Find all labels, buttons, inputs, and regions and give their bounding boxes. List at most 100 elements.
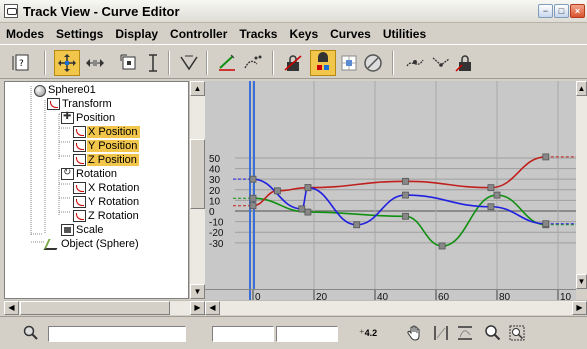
scroll-thumb[interactable] [190, 139, 205, 209]
toolbar-separator [206, 51, 208, 75]
key-filter-button[interactable] [20, 322, 42, 344]
transform-icon [47, 98, 60, 110]
frame-horizontal-button[interactable] [430, 322, 452, 344]
scroll-up-arrow-icon[interactable]: ▲ [576, 81, 587, 96]
scroll-down-arrow-icon[interactable]: ▼ [576, 274, 587, 289]
scale-values-icon [149, 54, 157, 72]
tree-item-z-position[interactable]: Z Position [73, 153, 139, 167]
reduce-keys-icon [244, 55, 262, 69]
scale-icon [61, 224, 74, 236]
menu-controller[interactable]: Controller [164, 27, 233, 41]
time-ruler[interactable]: 0 20 40 60 80 10 [205, 289, 576, 303]
curve-graph-canvas[interactable]: 50403020100-10-20-30 [205, 81, 576, 289]
scroll-right-arrow-icon[interactable]: ▶ [190, 301, 205, 315]
value-field[interactable] [276, 326, 338, 342]
frame-field[interactable] [212, 326, 274, 342]
toolbar-separator [168, 51, 170, 75]
pan-button[interactable] [404, 322, 426, 344]
name-field[interactable] [48, 326, 186, 342]
tree-item-object-sphere[interactable]: Object (Sphere) [45, 237, 141, 251]
menu-tracks[interactable]: Tracks [233, 27, 283, 41]
scroll-thumb[interactable] [20, 301, 170, 315]
key-point [438, 242, 446, 250]
frame-values-button[interactable] [454, 322, 476, 344]
graph-horizontal-scrollbar[interactable]: ◀ ▶ [205, 300, 587, 315]
tree-item-z-rotation[interactable]: Z Rotation [73, 209, 141, 223]
lock-selection-button[interactable] [452, 50, 478, 76]
curve-icon [73, 210, 86, 222]
y-tick-label: 40 [209, 165, 221, 176]
key-point [298, 205, 306, 213]
ignore-animation-range-button[interactable] [360, 50, 386, 76]
y-tick-label: 30 [209, 175, 221, 186]
menu-utilities[interactable]: Utilities [377, 27, 432, 41]
show-keyable-button[interactable] [310, 50, 336, 76]
y-tick-label: 10 [209, 196, 221, 207]
tree-item-scale[interactable]: Scale [61, 223, 106, 237]
tangent-auto-button[interactable] [402, 50, 428, 76]
position-icon [61, 111, 74, 124]
show-selected-button[interactable] [336, 50, 362, 76]
tree-item-position[interactable]: Position [61, 111, 117, 125]
tree-item-x-rotation[interactable]: X Rotation [73, 181, 141, 195]
menu-modes[interactable]: Modes [0, 27, 50, 41]
lock-tangents-button[interactable] [280, 50, 306, 76]
menu-display[interactable]: Display [109, 27, 164, 41]
status-bar: ⁺ 4.2 [0, 316, 587, 349]
scroll-up-arrow-icon[interactable]: ▲ [190, 81, 205, 96]
key-point [493, 191, 501, 199]
tree-item-sphere01[interactable]: Sphere01 [33, 83, 98, 97]
tree-item-y-rotation[interactable]: Y Rotation [73, 195, 141, 209]
menu-curves[interactable]: Curves [324, 27, 377, 41]
scroll-down-arrow-icon[interactable]: ▼ [190, 284, 205, 299]
slide-keys-button[interactable] [82, 50, 108, 76]
filters-icon: ? [12, 54, 29, 71]
key-point [402, 212, 409, 220]
z-position-curve [252, 194, 546, 247]
tangent-linear-button[interactable] [428, 50, 454, 76]
tree-vertical-scrollbar[interactable]: ▲ ▼ [189, 81, 205, 299]
maximize-button[interactable]: □ [554, 4, 569, 18]
y-tick-label: 50 [209, 154, 221, 165]
scale-keys-button[interactable] [116, 50, 142, 76]
key-point [249, 194, 257, 202]
move-keys-button[interactable] [54, 50, 80, 76]
tree-horizontal-scrollbar[interactable]: ◀ ▶ [4, 300, 205, 315]
minimize-button[interactable]: − [538, 4, 553, 18]
draw-curves-button[interactable] [214, 50, 240, 76]
reduce-keys-button[interactable] [240, 50, 266, 76]
y-tick-label: -30 [209, 239, 224, 250]
magnify-key-icon [23, 325, 38, 340]
y-tick-label: -10 [209, 218, 224, 229]
filters-button[interactable]: ? [8, 50, 34, 76]
zoom-region-button[interactable] [506, 322, 528, 344]
sphere-icon [33, 83, 46, 97]
tree-item-y-position[interactable]: Y Position [73, 139, 140, 153]
rotation-icon [61, 167, 74, 180]
controller-tree: Sphere01 Transform Position X Position Y… [4, 81, 189, 299]
scroll-left-arrow-icon[interactable]: ◀ [4, 301, 19, 315]
object-icon [45, 238, 59, 250]
key-point [249, 175, 257, 183]
menu-settings[interactable]: Settings [50, 27, 109, 41]
menu-bar: Modes Settings Display Controller Tracks… [0, 24, 587, 43]
curve-graph[interactable]: 50 40 30 20 10 0 -10 -20 -30 [205, 81, 576, 289]
tree-item-x-position[interactable]: X Position [73, 125, 140, 139]
tree-item-rotation[interactable]: Rotation [61, 167, 119, 181]
scale-values-button[interactable] [140, 50, 166, 76]
tree-item-transform[interactable]: Transform [47, 97, 114, 111]
keyable-icon [317, 52, 329, 70]
close-button[interactable]: × [570, 4, 585, 18]
menu-keys[interactable]: Keys [283, 27, 324, 41]
scroll-right-arrow-icon[interactable]: ▶ [572, 301, 587, 315]
zoom-button[interactable] [482, 322, 504, 344]
key-point [402, 177, 409, 185]
key-point [487, 184, 495, 192]
draw-curves-icon [219, 54, 235, 71]
key-point [542, 153, 550, 161]
add-keys-button[interactable] [176, 50, 202, 76]
zoom-value-button[interactable]: ⁺ 4.2 [350, 322, 386, 344]
scroll-left-arrow-icon[interactable]: ◀ [205, 301, 220, 315]
linear-tangent-icon [432, 57, 450, 67]
graph-vertical-scrollbar[interactable]: ▲ ▼ [576, 81, 587, 289]
